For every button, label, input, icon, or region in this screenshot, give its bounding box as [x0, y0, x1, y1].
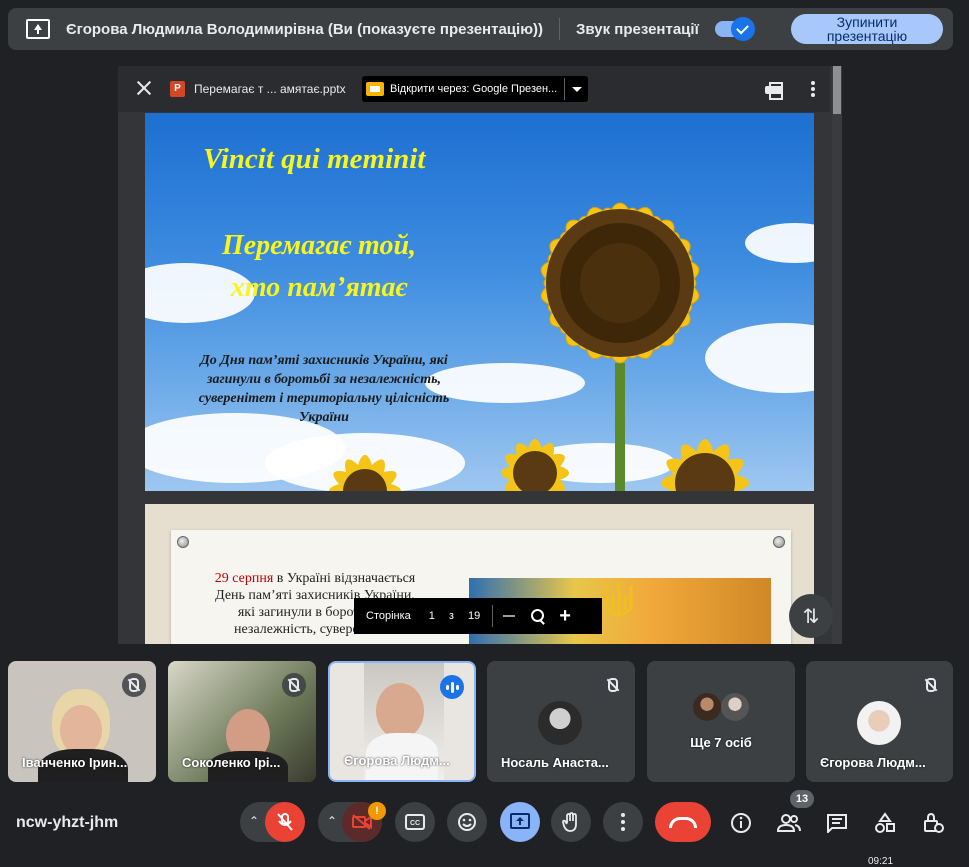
small-sunflowers	[329, 455, 401, 491]
divider	[492, 605, 494, 627]
presentation-viewer: P Перемагає т ... амятає.pptx Відкрити ч…	[118, 66, 842, 644]
participant-tile[interactable]: Єгорова Людм...	[806, 661, 953, 782]
people-count-badge: 13	[790, 790, 814, 808]
page-of-label: з	[448, 610, 454, 622]
clock: 09:21	[868, 856, 894, 867]
chat-icon[interactable]	[824, 810, 850, 836]
people-icon[interactable]	[776, 810, 802, 836]
powerpoint-icon: P	[170, 81, 185, 97]
participant-tile-active[interactable]: Єгорова Людм...	[328, 661, 476, 782]
trident-icon	[605, 582, 633, 617]
more-vert-icon	[621, 813, 625, 831]
page-current-input[interactable]: 1	[429, 610, 435, 622]
present-to-all-icon	[510, 813, 530, 829]
participant-tile[interactable]: Іванченко Ірин...	[8, 661, 156, 782]
subtitle-line-2: хто пам’ятає	[230, 272, 408, 303]
slide-1: Vincit qui meminit Перемагає той, хто па…	[145, 113, 814, 491]
present-now-button[interactable]	[500, 802, 540, 842]
mic-off-icon	[919, 673, 943, 697]
microphone-off-button[interactable]	[265, 802, 305, 842]
participant-tile[interactable]: Носаль Анаста...	[487, 661, 635, 782]
stop-presenting-button[interactable]: Зупинити презентацію	[791, 14, 943, 44]
participant-name: Єгорова Людм...	[344, 753, 450, 768]
participant-name: Єгорова Людм...	[820, 755, 926, 770]
mic-off-icon	[601, 673, 625, 697]
participant-tile-others[interactable]: Ще 7 осіб	[647, 661, 795, 782]
file-name: Перемагає т ... амятає.pptx	[194, 82, 346, 96]
viewer-header: P Перемагає т ... амятає.pptx Відкрити ч…	[118, 66, 830, 112]
pin-icon	[177, 536, 189, 548]
speaking-indicator-icon	[440, 675, 464, 699]
divider	[564, 78, 565, 100]
divider	[559, 18, 560, 40]
slide-title: Vincit qui meminit	[203, 143, 426, 175]
activities-icon[interactable]	[872, 810, 898, 836]
meeting-info-icon[interactable]	[728, 810, 754, 836]
page-label: Сторінка	[366, 610, 411, 622]
zoom-icon[interactable]	[531, 609, 545, 623]
raise-hand-button[interactable]	[551, 802, 591, 842]
captions-button[interactable]: CC	[395, 802, 435, 842]
presenter-name: Єгорова Людмила Володимирівна (Ви (показ…	[66, 20, 543, 38]
zoom-out-icon[interactable]	[503, 615, 516, 617]
subtitle-line-1: Перемагає той,	[221, 230, 417, 261]
meeting-code: ncw-yhzt-jhm	[16, 814, 119, 831]
presenting-bar: Єгорова Людмила Володимирівна (Ви (показ…	[8, 8, 953, 50]
zoom-in-icon[interactable]: +	[559, 606, 571, 626]
chevron-up-icon[interactable]: ⌃	[327, 814, 337, 828]
slide-2-date: 29 серпня	[214, 571, 274, 586]
mic-off-icon	[122, 673, 146, 697]
more-vert-icon[interactable]	[811, 81, 815, 97]
participant-name: Носаль Анаста...	[501, 755, 609, 770]
mic-off-icon	[277, 813, 293, 831]
presentation-sound-toggle[interactable]	[714, 17, 755, 41]
swap-layout-icon[interactable]: ⇅	[789, 594, 833, 638]
google-slides-icon	[366, 82, 384, 96]
chevron-down-icon[interactable]	[572, 87, 582, 92]
present-screen-icon	[26, 19, 50, 39]
scrollbar[interactable]	[832, 66, 842, 644]
participant-tile[interactable]: Соколенко Ірі...	[168, 661, 316, 782]
slide-body-text: До Дня пам’яті захисників України, які з…	[198, 353, 450, 425]
print-icon[interactable]	[765, 82, 783, 100]
scrollbar-thumb[interactable]	[833, 66, 841, 114]
slide-subtitle: Перемагає той, хто пам’ятає	[185, 225, 453, 309]
close-icon[interactable]	[136, 80, 152, 96]
closed-captions-icon: CC	[405, 814, 425, 830]
host-controls-icon[interactable]	[920, 810, 946, 836]
leave-call-button[interactable]	[655, 802, 711, 842]
mic-off-icon	[282, 673, 306, 697]
more-participants-label: Ще 7 осіб	[690, 735, 752, 750]
camera-warning-badge: !	[368, 802, 386, 820]
svg-text:CC: CC	[410, 820, 420, 827]
emoji-icon	[458, 813, 476, 831]
presentation-sound-label: Звук презентації	[576, 20, 699, 38]
chevron-up-icon[interactable]: ⌃	[249, 814, 259, 828]
hand-icon	[562, 812, 577, 832]
page-controls: Сторінка 1 з 19 +	[354, 598, 602, 634]
more-options-button[interactable]	[603, 802, 643, 842]
participant-name: Іванченко Ірин...	[22, 755, 128, 770]
participant-name: Соколенко Ірі...	[182, 755, 281, 770]
pin-icon	[773, 536, 785, 548]
page-total: 19	[467, 610, 481, 622]
emoji-reactions-button[interactable]	[447, 802, 487, 842]
open-with-label: Відкрити через: Google Презен...	[390, 83, 558, 95]
open-with-button[interactable]: Відкрити через: Google Презен...	[362, 76, 588, 102]
check-icon	[730, 17, 755, 41]
sunflower-image	[501, 202, 749, 491]
